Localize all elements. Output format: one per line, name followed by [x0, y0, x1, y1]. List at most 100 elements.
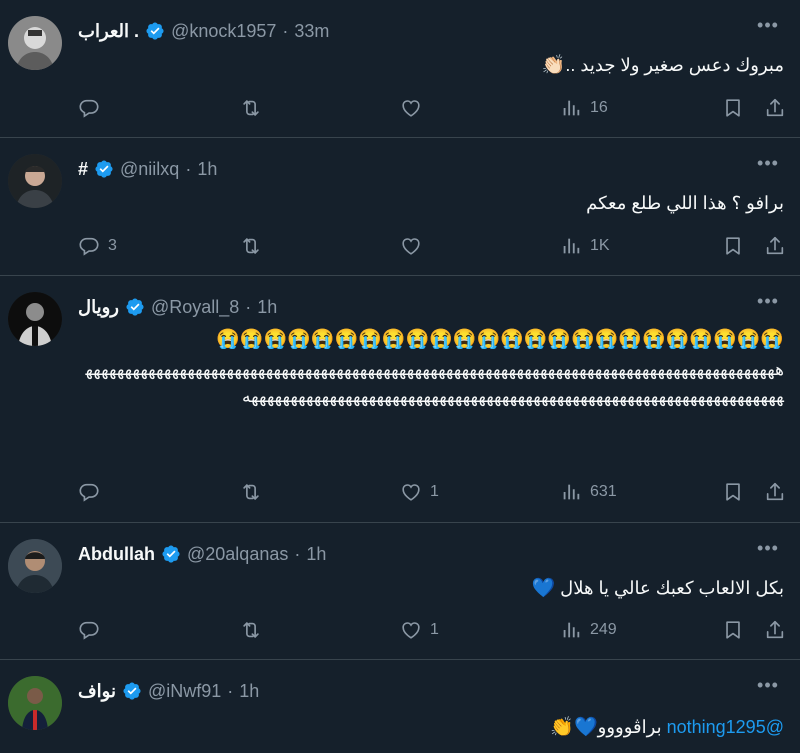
retweet-icon — [240, 619, 262, 641]
views-button[interactable]: 631 — [560, 481, 617, 503]
share-button[interactable] — [764, 97, 786, 119]
bookmark-icon — [722, 481, 744, 503]
more-icon[interactable]: ••• — [754, 14, 782, 36]
tweet-header: العراب . @knock1957 · 33m — [78, 16, 780, 46]
like-button[interactable] — [400, 97, 430, 119]
views-count: 631 — [590, 483, 617, 500]
crying-emoji-line: 😭😭😭😭😭😭😭😭😭😭😭😭😭😭😭😭😭😭😭😭😭😭😭😭 — [216, 329, 784, 350]
retweet-button[interactable] — [240, 97, 270, 119]
like-button[interactable]: 1 — [400, 481, 439, 503]
avatar[interactable] — [8, 16, 62, 70]
timestamp[interactable]: 1h — [306, 544, 326, 565]
tweet[interactable]: العراب . @knock1957 · 33m ••• مبروك دعس … — [0, 0, 800, 138]
retweet-button[interactable] — [240, 481, 270, 503]
display-name[interactable]: Abdullah — [78, 544, 155, 565]
clap-emoji: 👏🏻 — [541, 55, 566, 76]
share-icon — [764, 235, 786, 257]
views-button[interactable]: 249 — [560, 619, 617, 641]
tweet-text: هههههههههههههههههههههههههههههههههههههههه… — [85, 360, 784, 406]
share-button[interactable] — [764, 481, 786, 503]
retweet-icon — [240, 481, 262, 503]
timestamp[interactable]: 33m — [294, 21, 329, 42]
separator: · — [245, 296, 252, 317]
more-icon[interactable]: ••• — [754, 152, 782, 174]
tweet-text: براڤوووو — [597, 717, 662, 737]
bookmark-icon — [722, 235, 744, 257]
reply-button[interactable] — [78, 619, 108, 641]
action-bar: 1 249 — [78, 616, 786, 644]
bookmark-button[interactable] — [722, 481, 744, 503]
retweet-button[interactable] — [240, 619, 270, 641]
handle[interactable]: @knock1957 — [171, 21, 276, 42]
like-count: 1 — [430, 483, 439, 500]
views-count: 16 — [590, 99, 608, 116]
heart-icon — [400, 235, 422, 257]
tweet[interactable]: Abdullah @20alqanas · 1h ••• بكل الالعاب… — [0, 523, 800, 660]
heart-icon — [400, 97, 422, 119]
bookmark-button[interactable] — [722, 97, 744, 119]
tweet-header: رويال @Royall_8 · 1h — [78, 292, 780, 322]
timestamp[interactable]: 1h — [257, 297, 277, 318]
display-name[interactable]: نواف — [78, 681, 116, 702]
views-count: 249 — [590, 621, 617, 638]
handle[interactable]: @niilxq — [120, 159, 179, 180]
tweet[interactable]: رويال @Royall_8 · 1h ••• 😭😭😭😭😭😭😭😭😭😭😭😭😭😭😭… — [0, 276, 800, 523]
bookmark-button[interactable] — [722, 619, 744, 641]
tweet[interactable]: نواف @iNwf91 · 1h ••• @nothing1295 براڤو… — [0, 660, 800, 753]
tweet[interactable]: # @niilxq · 1h ••• برافو ؟ هذا اللي طلع … — [0, 138, 800, 276]
timestamp[interactable]: 1h — [197, 159, 217, 180]
avatar[interactable] — [8, 154, 62, 208]
bookmark-icon — [722, 97, 744, 119]
share-button[interactable] — [764, 619, 786, 641]
separator: · — [282, 20, 289, 41]
more-icon[interactable]: ••• — [754, 674, 782, 696]
verified-badge-icon — [122, 681, 142, 701]
reply-button[interactable]: 3 — [78, 235, 117, 257]
tweet-header: # @niilxq · 1h — [78, 154, 780, 184]
views-icon — [560, 97, 582, 119]
tweet-text-container: بكل الالعاب كعبك عالي يا هلال 💙 — [78, 575, 784, 602]
mention-link[interactable]: @nothing1295 — [667, 717, 784, 737]
avatar[interactable] — [8, 539, 62, 593]
tweet-text-container: @nothing1295 براڤوووو💙👏 — [78, 714, 784, 741]
handle[interactable]: @iNwf91 — [148, 681, 221, 702]
share-icon — [764, 619, 786, 641]
tweet-text: بكل الالعاب كعبك عالي يا هلال — [560, 578, 784, 598]
heart-clap-emoji: 💙👏 — [550, 717, 598, 738]
bookmark-button[interactable] — [722, 235, 744, 257]
like-button[interactable] — [400, 235, 430, 257]
verified-badge-icon — [94, 159, 114, 179]
tweet-header: Abdullah @20alqanas · 1h — [78, 539, 780, 569]
blue-heart-emoji: 💙 — [531, 578, 556, 599]
separator: · — [294, 543, 301, 564]
avatar[interactable] — [8, 292, 62, 346]
separator: · — [227, 680, 234, 701]
tweet-text-container: مبروك دعس صغير ولا جديد ..👏🏻 — [78, 52, 784, 79]
share-button[interactable] — [764, 235, 786, 257]
timestamp[interactable]: 1h — [239, 681, 259, 702]
action-bar: 3 1K — [78, 232, 786, 260]
more-icon[interactable]: ••• — [754, 537, 782, 559]
reply-button[interactable] — [78, 481, 108, 503]
reply-icon — [78, 481, 100, 503]
display-name[interactable]: رويال — [78, 297, 119, 318]
reply-icon — [78, 97, 100, 119]
tweet-text: مبروك دعس صغير ولا جديد .. — [565, 55, 784, 75]
retweet-button[interactable] — [240, 235, 270, 257]
reply-button[interactable] — [78, 97, 108, 119]
display-name[interactable]: العراب . — [78, 21, 139, 42]
retweet-icon — [240, 97, 262, 119]
handle[interactable]: @Royall_8 — [151, 297, 239, 318]
handle[interactable]: @20alqanas — [187, 544, 288, 565]
more-icon[interactable]: ••• — [754, 290, 782, 312]
display-name[interactable]: # — [78, 159, 88, 180]
verified-badge-icon — [145, 21, 165, 41]
avatar[interactable] — [8, 676, 62, 730]
views-button[interactable]: 1K — [560, 235, 610, 257]
tweet-header: نواف @iNwf91 · 1h — [78, 676, 780, 706]
like-button[interactable]: 1 — [400, 619, 439, 641]
tweet-text: برافو ؟ هذا اللي طلع معكم — [586, 193, 784, 213]
views-button[interactable]: 16 — [560, 97, 608, 119]
views-icon — [560, 235, 582, 257]
bookmark-icon — [722, 619, 744, 641]
